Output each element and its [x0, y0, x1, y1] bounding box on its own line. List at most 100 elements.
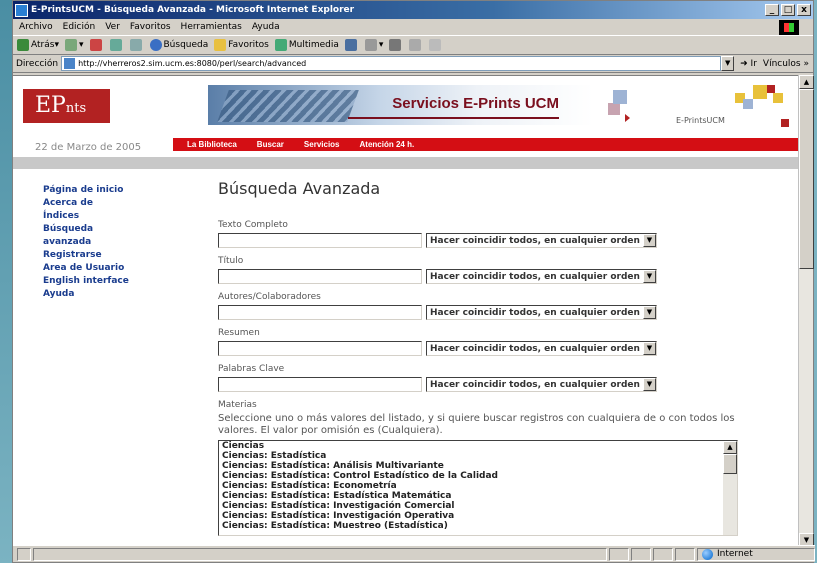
field-label: Texto Completo: [218, 220, 288, 230]
back-arrow-icon: [17, 39, 29, 51]
multimedia-button[interactable]: Multimedia: [274, 39, 339, 51]
list-item[interactable]: Ciencias: Estadística: Análisis Multivar…: [219, 461, 737, 471]
print-icon: [389, 39, 402, 51]
autores-input[interactable]: [218, 305, 422, 320]
slide-background-left: [0, 0, 12, 563]
scroll-up-icon[interactable]: ▲: [799, 75, 814, 89]
menu-ver[interactable]: Ver: [105, 22, 120, 32]
chevron-down-icon: ▼: [642, 234, 656, 247]
scroll-thumb[interactable]: [799, 89, 814, 269]
edit-button[interactable]: [409, 39, 423, 51]
materias-listbox[interactable]: Ciencias Ciencias: Estadística Ciencias:…: [218, 440, 738, 536]
titulo-input[interactable]: [218, 269, 422, 284]
resumen-match-select[interactable]: Hacer coincidir todos, en cualquier orde…: [426, 341, 657, 356]
nav-la-biblioteca[interactable]: La Biblioteca: [187, 140, 237, 149]
go-button[interactable]: ➜ Ir: [740, 59, 757, 69]
edit-icon: [409, 39, 422, 51]
status-text: [33, 547, 607, 561]
list-item[interactable]: Ciencias: Estadística: Econometría: [219, 481, 737, 491]
field-label: Materias: [218, 400, 257, 410]
square-deco-6: [743, 99, 753, 109]
listbox-scrollbar[interactable]: ▲: [723, 441, 737, 535]
sidebar-item-acerca[interactable]: Acerca de: [43, 197, 153, 210]
address-label: Dirección: [16, 58, 59, 69]
home-button[interactable]: [129, 39, 144, 51]
discuss-button[interactable]: [429, 39, 443, 51]
address-dropdown-button[interactable]: ▼: [721, 56, 735, 71]
status-segment: [675, 547, 695, 561]
history-button[interactable]: [344, 39, 359, 51]
sidebar-item-ayuda[interactable]: Ayuda: [43, 288, 153, 301]
sidebar-item-area-usuario[interactable]: Area de Usuario: [43, 262, 153, 275]
palabras-clave-match-select[interactable]: Hacer coincidir todos, en cualquier orde…: [426, 377, 657, 392]
print-button[interactable]: [389, 39, 403, 51]
palabras-clave-input[interactable]: [218, 377, 422, 392]
field-label: Resumen: [218, 328, 260, 338]
eprints-logo[interactable]: EPnts: [23, 89, 110, 123]
materias-help-text: Seleccione uno o más valores del listado…: [218, 413, 735, 436]
scroll-thumb[interactable]: [723, 454, 737, 474]
minimize-button[interactable]: _: [765, 4, 779, 16]
chevron-down-icon: ▼: [642, 270, 656, 283]
refresh-button[interactable]: [109, 39, 124, 51]
title-bar: E-PrintsUCM - Búsqueda Avanzada - Micros…: [13, 1, 813, 19]
page-content: EPnts Servicios E-Prints UCM E-PrintsUCM…: [13, 75, 800, 547]
texto-completo-input[interactable]: [218, 233, 422, 248]
sidebar-item-inicio[interactable]: Página de inicio: [43, 184, 153, 197]
brand-name: E-PrintsUCM: [676, 116, 725, 125]
page-scrollbar[interactable]: ▲ ▼: [798, 75, 814, 547]
field-titulo: Título Hacer coincidir todos, en cualqui…: [218, 256, 788, 284]
links-button[interactable]: Vínculos »: [763, 59, 809, 69]
list-item[interactable]: Ciencias: [219, 441, 737, 451]
autores-match-select[interactable]: Hacer coincidir todos, en cualquier orde…: [426, 305, 657, 320]
menu-ayuda[interactable]: Ayuda: [252, 22, 280, 32]
current-date: 22 de Marzo de 2005: [35, 142, 142, 153]
window-title: E-PrintsUCM - Búsqueda Avanzada - Micros…: [31, 5, 355, 15]
page-icon: [64, 58, 76, 69]
sidebar-item-busqueda-avanzada[interactable]: Búsqueda avanzada: [43, 223, 103, 249]
texto-completo-match-select[interactable]: Hacer coincidir todos, en cualquier orde…: [426, 233, 657, 248]
list-item[interactable]: Ciencias: Estadística: Muestreo (Estadís…: [219, 521, 737, 531]
globe-icon: [702, 548, 713, 560]
sidebar-item-registrarse[interactable]: Registrarse: [43, 249, 153, 262]
field-label: Palabras Clave: [218, 364, 285, 374]
address-input[interactable]: http://vherreros2.sim.ucm.es:8080/perl/s…: [61, 56, 722, 71]
mail-button[interactable]: ▾: [364, 39, 383, 51]
scroll-up-icon[interactable]: ▲: [723, 441, 737, 454]
titulo-match-select[interactable]: Hacer coincidir todos, en cualquier orde…: [426, 269, 657, 284]
toolbar: Atrás ▾ ▾ Búsqueda Favoritos Multimedia …: [13, 36, 813, 55]
nav-buscar[interactable]: Buscar: [257, 140, 284, 149]
search-button[interactable]: Búsqueda: [149, 39, 208, 51]
close-button[interactable]: x: [797, 4, 811, 16]
stop-button[interactable]: [89, 39, 104, 51]
nav-atencion[interactable]: Atención 24 h.: [360, 140, 415, 149]
list-item[interactable]: Ciencias: Estadística: Estadística Matem…: [219, 491, 737, 501]
square-deco-8: [781, 119, 789, 127]
list-item[interactable]: Ciencias: Estadística: [219, 451, 737, 461]
field-resumen: Resumen Hacer coincidir todos, en cualqu…: [218, 328, 788, 356]
history-icon: [344, 39, 357, 51]
refresh-icon: [109, 39, 122, 51]
menu-edicion[interactable]: Edición: [63, 22, 96, 32]
menu-favoritos[interactable]: Favoritos: [130, 22, 171, 32]
field-autores: Autores/Colaboradores Hacer coincidir to…: [218, 292, 788, 320]
back-button[interactable]: Atrás ▾: [17, 39, 59, 51]
resumen-input[interactable]: [218, 341, 422, 356]
keyboard-graphic: [217, 90, 359, 122]
slogan-underline: [348, 117, 559, 119]
menu-herramientas[interactable]: Herramientas: [181, 22, 242, 32]
list-item[interactable]: Ciencias: Estadística: Control Estadísti…: [219, 471, 737, 481]
favorites-button[interactable]: Favoritos: [214, 39, 269, 51]
list-item[interactable]: Ciencias: Estadística: Investigación Ope…: [219, 511, 737, 521]
menu-archivo[interactable]: Archivo: [19, 22, 53, 32]
sidebar-item-indices[interactable]: Índices: [43, 210, 153, 223]
browser-window: E-PrintsUCM - Búsqueda Avanzada - Micros…: [12, 0, 815, 563]
field-label: Título: [218, 256, 244, 266]
forward-button[interactable]: ▾: [64, 39, 84, 51]
sidebar-item-english[interactable]: English interface: [43, 275, 153, 288]
maximize-button[interactable]: □: [781, 4, 795, 16]
field-label: Autores/Colaboradores: [218, 292, 321, 302]
list-item[interactable]: Ciencias: Estadística: Investigación Com…: [219, 501, 737, 511]
field-texto-completo: Texto Completo Hacer coincidir todos, en…: [218, 220, 788, 248]
nav-servicios[interactable]: Servicios: [304, 140, 340, 149]
